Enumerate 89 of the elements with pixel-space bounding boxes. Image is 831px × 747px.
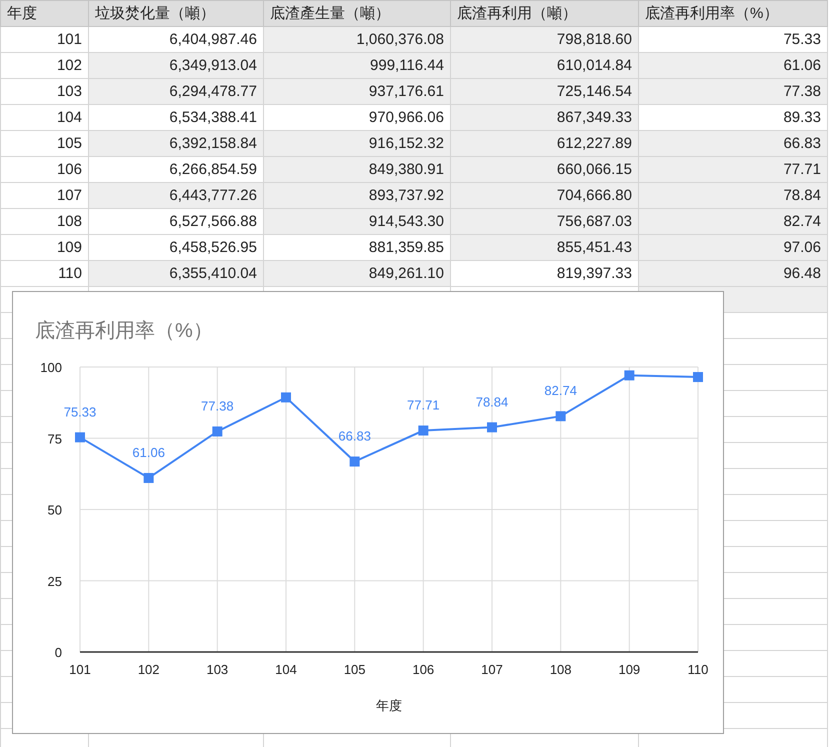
table-cell: 756,687.03 xyxy=(450,208,638,234)
x-tick-label: 110 xyxy=(688,662,708,677)
table-cell: 819,397.33 xyxy=(450,260,638,286)
table-cell: 96.48 xyxy=(638,260,828,286)
table-cell: 937,176.61 xyxy=(264,78,450,104)
x-tick-label: 106 xyxy=(412,662,434,677)
table-cell: 999,116.44 xyxy=(264,52,450,78)
table-cell: 102 xyxy=(0,52,88,78)
x-tick-label: 101 xyxy=(69,662,91,677)
data-point xyxy=(418,426,428,436)
data-label: 75.33 xyxy=(64,404,96,420)
table-cell: 6,404,987.46 xyxy=(88,26,264,52)
x-tick-label: 108 xyxy=(550,662,572,677)
data-point xyxy=(281,392,291,402)
table-cell: 6,534,388.41 xyxy=(88,104,264,130)
table-cell: 61.06 xyxy=(638,52,828,78)
data-point xyxy=(212,426,222,436)
table-cell: 77.38 xyxy=(638,78,828,104)
column-header: 垃圾焚化量（噸） xyxy=(88,0,264,26)
table-cell: 6,443,777.26 xyxy=(88,182,264,208)
column-header: 底渣再利用（噸） xyxy=(450,0,638,26)
table-cell: 916,152.32 xyxy=(264,130,450,156)
table-cell: 660,066.15 xyxy=(450,156,638,182)
x-axis-title: 年度 xyxy=(376,698,402,713)
table-cell: 914,543.30 xyxy=(264,208,450,234)
data-label: 61.06 xyxy=(132,444,165,460)
table-cell: 104 xyxy=(0,104,88,130)
y-tick-label: 0 xyxy=(54,645,62,660)
table-cell: 970,966.06 xyxy=(264,104,450,130)
data-label: 77.71 xyxy=(407,398,440,413)
data-point xyxy=(624,370,634,380)
table-cell: 893,737.92 xyxy=(264,182,450,208)
y-tick-label: 75 xyxy=(48,431,62,446)
table-cell: 6,527,566.88 xyxy=(88,208,264,234)
table-cell: 105 xyxy=(0,130,88,156)
table-cell: 849,380.91 xyxy=(264,156,450,182)
data-label: 66.83 xyxy=(338,428,371,444)
table-cell: 106 xyxy=(0,156,88,182)
data-label: 77.38 xyxy=(201,398,234,414)
y-tick-label: 100 xyxy=(40,360,62,375)
data-point xyxy=(556,411,566,422)
table-cell: 89.33 xyxy=(638,104,828,130)
table-cell: 77.71 xyxy=(638,156,828,182)
table-cell: 704,666.80 xyxy=(450,182,638,208)
table-cell: 6,458,526.95 xyxy=(88,234,264,260)
table-cell: 6,392,158.84 xyxy=(88,130,264,156)
x-tick-label: 105 xyxy=(344,662,366,677)
table-cell: 103 xyxy=(0,78,88,104)
data-label: 78.84 xyxy=(476,394,508,410)
table-cell: 78.84 xyxy=(638,182,828,208)
table-cell: 849,261.10 xyxy=(264,260,450,286)
x-tick-label: 104 xyxy=(275,662,297,677)
chart-title: 底渣再利用率（%） xyxy=(35,320,213,342)
table-cell: 97.06 xyxy=(638,234,828,260)
data-label: 82.74 xyxy=(544,383,577,398)
table-cell: 612,227.89 xyxy=(450,130,638,156)
table-cell: 725,146.54 xyxy=(450,78,638,104)
table-cell: 107 xyxy=(0,182,88,208)
data-point xyxy=(350,456,360,467)
y-tick-label: 25 xyxy=(48,574,62,589)
table-cell: 881,359.85 xyxy=(264,234,450,260)
table-cell: 101 xyxy=(0,26,88,52)
table-cell: 6,349,913.04 xyxy=(88,52,264,78)
table-cell: 6,266,854.59 xyxy=(88,156,264,182)
table-cell: 66.83 xyxy=(638,130,828,156)
table-cell: 867,349.33 xyxy=(450,104,638,130)
data-point xyxy=(693,372,703,382)
table-cell: 1,060,376.08 xyxy=(264,26,450,52)
y-tick-label: 50 xyxy=(48,502,62,518)
data-point xyxy=(487,422,497,432)
data-point xyxy=(144,472,154,483)
table-cell: 610,014.84 xyxy=(450,52,638,78)
table-cell: 109 xyxy=(0,234,88,260)
x-tick-label: 103 xyxy=(206,662,228,677)
x-tick-label: 107 xyxy=(481,662,503,677)
table-cell: 110 xyxy=(0,260,88,286)
x-tick-label: 102 xyxy=(138,662,160,677)
table-cell: 855,451.43 xyxy=(450,234,638,260)
table-cell: 798,818.60 xyxy=(450,26,638,52)
column-header: 底渣產生量（噸） xyxy=(264,0,450,26)
table-cell: 75.33 xyxy=(638,26,828,52)
column-header: 年度 xyxy=(0,0,88,26)
data-point xyxy=(75,432,85,442)
column-header: 底渣再利用率（%） xyxy=(638,0,828,26)
table-cell: 82.74 xyxy=(638,208,828,234)
table-cell: 108 xyxy=(0,208,88,234)
table-cell: 6,355,410.04 xyxy=(88,260,264,286)
table-cell: 6,294,478.77 xyxy=(88,78,264,104)
x-tick-label: 109 xyxy=(618,662,640,677)
